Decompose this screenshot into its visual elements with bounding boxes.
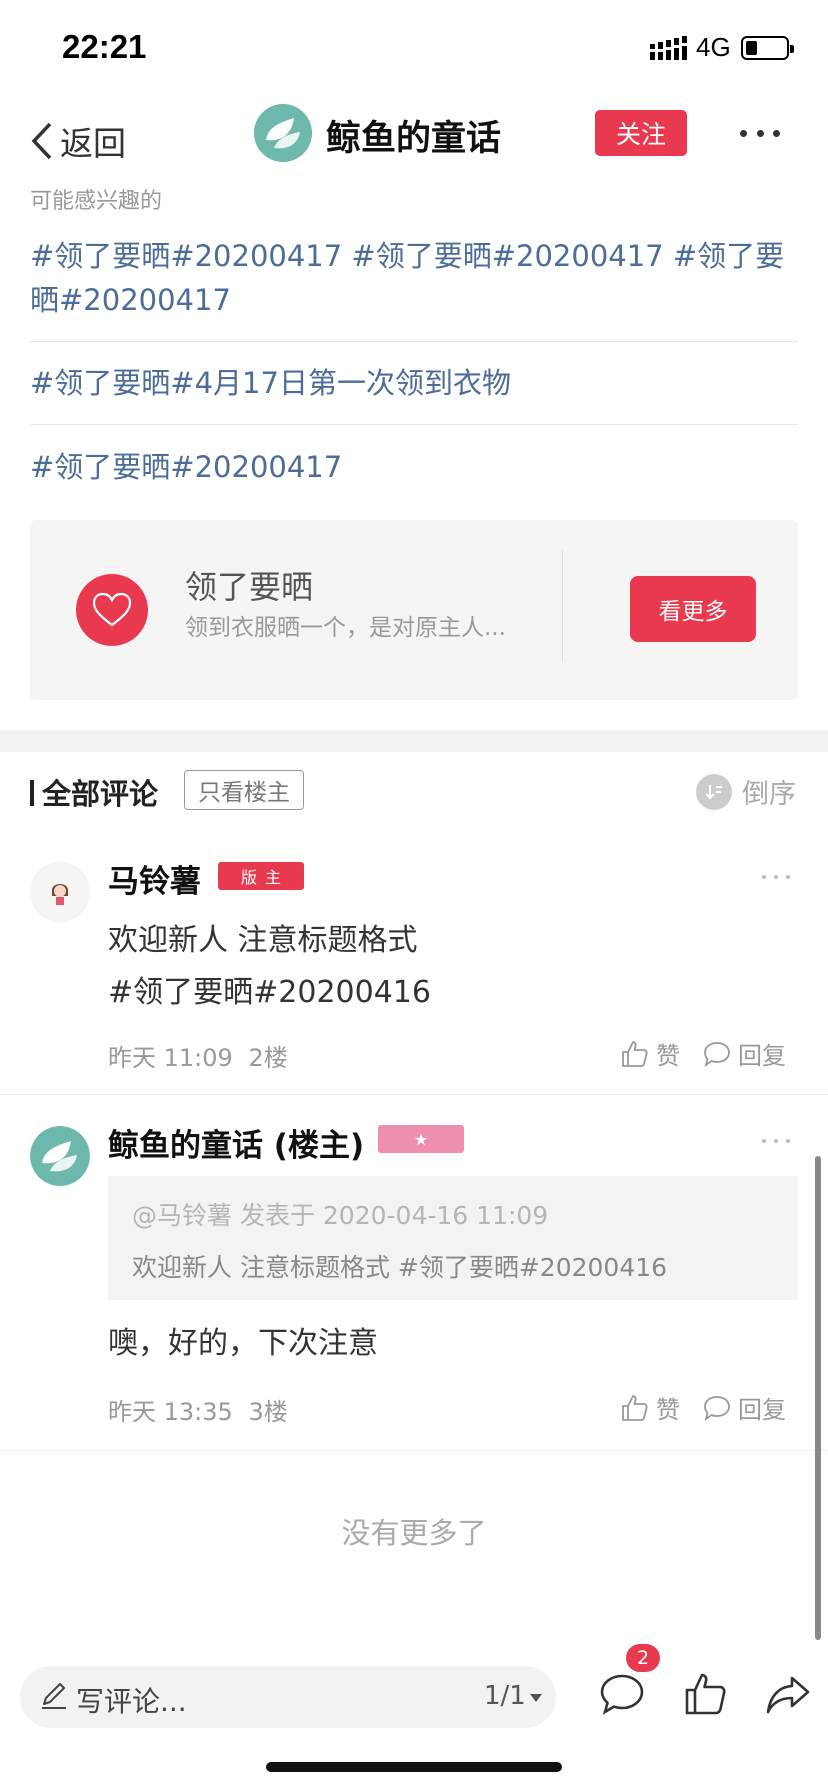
quoted-comment: @马铃薯 发表于 2020-04-16 11:09 欢迎新人 注意标题格式 #领… xyxy=(108,1176,798,1300)
sort-toggle[interactable]: 倒序 xyxy=(696,772,796,811)
status-time: 22:21 xyxy=(62,28,147,65)
comment-actions: 赞 回复 xyxy=(620,1390,786,1425)
network-label: 4G xyxy=(696,32,731,62)
comment-time: 昨天 11:09 xyxy=(108,1044,233,1072)
topic-link[interactable]: #领了要晒#4月17日第一次领到衣物 xyxy=(30,361,798,405)
like-label: 赞 xyxy=(656,1042,680,1070)
comment-meta: 昨天 11:09 2楼 xyxy=(108,1038,288,1073)
divider xyxy=(0,1094,828,1095)
divider xyxy=(30,341,798,342)
thumbs-up-icon xyxy=(622,1040,648,1067)
topic-card[interactable]: 领了要晒 领到衣服晒一个，是对原主人... 看更多 xyxy=(30,520,798,700)
girl-avatar-icon xyxy=(30,862,90,922)
comment-text: 噢，好的，下次注意 xyxy=(108,1326,378,1361)
page-title: 鲸鱼的童话 xyxy=(326,119,502,159)
avatar[interactable] xyxy=(30,1126,90,1186)
thumbs-up-icon[interactable] xyxy=(682,1670,730,1718)
battery-icon xyxy=(741,36,794,60)
home-indicator xyxy=(266,1762,562,1772)
interest-label: 可能感兴趣的 xyxy=(30,189,163,214)
speech-bubble-icon xyxy=(704,1395,730,1421)
reply-label: 回复 xyxy=(738,1396,786,1424)
avatar[interactable] xyxy=(30,862,90,922)
back-button[interactable]: 返回 xyxy=(30,110,126,172)
page-indicator[interactable]: 1/1 xyxy=(484,1681,526,1711)
no-more-text: 没有更多了 xyxy=(341,1516,487,1550)
see-more-button[interactable]: 看更多 xyxy=(630,576,756,642)
comment-actions: 赞 回复 xyxy=(620,1036,786,1071)
like-label: 赞 xyxy=(656,1396,680,1424)
comment-text: 欢迎新人 注意标题格式 #领了要晒#20200416 xyxy=(108,923,431,1010)
caret-down-icon[interactable] xyxy=(530,1694,542,1702)
reply-button[interactable]: 回复 xyxy=(702,1390,786,1425)
comment-floor: 3楼 xyxy=(248,1398,288,1426)
avatar[interactable] xyxy=(254,104,312,162)
comment-meta: 昨天 13:35 3楼 xyxy=(108,1392,288,1427)
sort-icon xyxy=(696,773,732,810)
bottom-bar: 写评论... 1/1 2 xyxy=(0,1644,828,1740)
comment-author[interactable]: 马铃薯 xyxy=(108,856,201,901)
like-button[interactable]: 赞 xyxy=(620,1036,680,1071)
comment-count-badge: 2 xyxy=(626,1644,660,1672)
nav-bar: 返回 鲸鱼的童话 关注 xyxy=(0,96,828,186)
only-op-toggle[interactable]: 只看楼主 xyxy=(184,770,304,810)
quote-header: @马铃薯 发表于 2020-04-16 11:09 xyxy=(132,1201,549,1230)
speech-bubble-icon xyxy=(704,1041,730,1067)
divider xyxy=(562,550,563,662)
back-label: 返回 xyxy=(60,124,126,163)
topic-card-title: 领了要晒 xyxy=(185,568,314,606)
reply-label: 回复 xyxy=(738,1042,786,1070)
star-badge: ★ xyxy=(378,1125,464,1153)
topic-link[interactable]: #领了要晒#20200417 xyxy=(30,445,798,489)
reply-button[interactable]: 回复 xyxy=(702,1036,786,1071)
pencil-icon xyxy=(42,1683,66,1709)
all-comments-title: 全部评论 xyxy=(42,777,159,811)
comments-header: 全部评论 只看楼主 倒序 xyxy=(0,760,828,824)
thumbs-up-icon xyxy=(622,1394,648,1421)
comment-more-icon[interactable] xyxy=(762,872,790,882)
comment-bubble-icon[interactable] xyxy=(598,1670,646,1718)
scrollbar[interactable] xyxy=(815,1156,821,1640)
heart-icon xyxy=(76,574,148,646)
topic-link[interactable]: #领了要晒#20200417 #领了要晒#20200417 #领了要晒#2020… xyxy=(30,234,798,322)
moderator-badge: 版主 xyxy=(218,862,304,890)
like-button[interactable]: 赞 xyxy=(620,1390,680,1425)
sort-label: 倒序 xyxy=(742,779,796,810)
chevron-left-icon xyxy=(31,122,52,160)
quote-body: 欢迎新人 注意标题格式 #领了要晒#20200416 xyxy=(132,1253,668,1282)
divider xyxy=(0,1450,828,1451)
leaf-logo-icon xyxy=(254,104,312,162)
status-bar: 22:21 4G xyxy=(0,0,828,96)
section-separator xyxy=(0,730,828,752)
leaf-logo-icon xyxy=(30,1126,90,1186)
comment-time: 昨天 13:35 xyxy=(108,1398,233,1426)
comment-floor: 2楼 xyxy=(248,1044,288,1072)
comment-author[interactable]: 鲸鱼的童话 (楼主) xyxy=(108,1120,364,1165)
more-options-icon[interactable] xyxy=(740,118,780,148)
follow-button[interactable]: 关注 xyxy=(595,110,687,156)
divider xyxy=(30,424,798,425)
accent-bar xyxy=(30,780,34,806)
share-icon[interactable] xyxy=(764,1670,812,1718)
topic-card-desc: 领到衣服晒一个，是对原主人... xyxy=(185,615,506,641)
signal-icon xyxy=(650,36,687,60)
comment-more-icon[interactable] xyxy=(762,1136,790,1146)
write-comment-input[interactable]: 写评论... 1/1 xyxy=(20,1666,556,1728)
write-comment-placeholder: 写评论... xyxy=(76,1685,187,1718)
